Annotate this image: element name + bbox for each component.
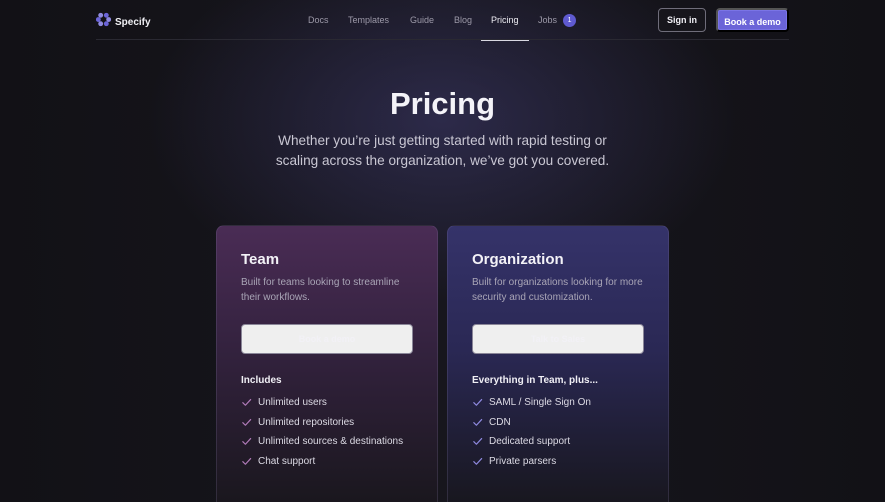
plan-name: Organization xyxy=(472,251,564,268)
nav-docs[interactable]: Docs xyxy=(308,0,329,40)
feature-label: SAML / Single Sign On xyxy=(489,397,591,409)
list-item: Unlimited users xyxy=(241,393,403,413)
check-icon xyxy=(241,397,252,408)
check-icon xyxy=(472,397,483,408)
check-icon xyxy=(472,417,483,428)
feature-label: CDN xyxy=(489,416,511,428)
plan-name: Team xyxy=(241,251,280,268)
brand-logo[interactable]: Specify xyxy=(95,12,151,32)
feature-list: SAML / Single Sign On CDN Dedicated supp… xyxy=(472,393,591,471)
jobs-count-badge: 1 xyxy=(563,13,577,27)
list-item: Dedicated support xyxy=(472,432,591,452)
list-item: CDN xyxy=(472,413,591,433)
check-icon xyxy=(241,417,252,428)
check-icon xyxy=(241,456,252,467)
book-demo-header-button[interactable]: Book a demo xyxy=(716,8,789,32)
sign-in-button[interactable]: Sign in xyxy=(658,8,706,32)
talk-to-sales-button[interactable]: Talk to Sales xyxy=(472,324,644,354)
plan-description: Built for teams looking to streamline th… xyxy=(241,277,400,303)
feature-label: Dedicated support xyxy=(489,436,571,448)
nav-blog[interactable]: Blog xyxy=(454,0,472,40)
background xyxy=(0,0,885,502)
feature-label: Unlimited users xyxy=(258,397,327,409)
nav-templates[interactable]: Templates xyxy=(348,0,389,40)
specify-logo-icon xyxy=(95,12,112,32)
book-demo-button[interactable]: Book a demo xyxy=(241,324,413,354)
plan-card-organization: Organization Built for organizations loo… xyxy=(447,225,669,502)
feature-label: Chat support xyxy=(258,456,316,468)
plan-card-team: Team Built for teams looking to streamli… xyxy=(216,225,438,502)
feature-label: Unlimited sources & destinations xyxy=(258,436,404,448)
brand-name: Specify xyxy=(115,16,151,28)
includes-heading: Includes xyxy=(241,375,282,386)
nav-jobs[interactable]: Jobs 1 xyxy=(538,0,577,40)
includes-heading: Everything in Team, plus... xyxy=(472,375,598,386)
check-icon xyxy=(241,436,252,447)
list-item: SAML / Single Sign On xyxy=(472,393,591,413)
feature-label: Private parsers xyxy=(489,456,557,468)
plan-description: Built for organizations looking for more… xyxy=(472,277,643,303)
nav-guide[interactable]: Guide xyxy=(410,0,434,40)
page-title: Pricing xyxy=(389,86,496,121)
list-item: Unlimited sources & destinations xyxy=(241,432,403,452)
list-item: Unlimited repositories xyxy=(241,413,403,433)
feature-label: Unlimited repositories xyxy=(258,416,355,428)
list-item: Chat support xyxy=(241,452,403,472)
nav-jobs-label: Jobs xyxy=(538,14,558,25)
list-item: Private parsers xyxy=(472,452,591,472)
nav-pricing[interactable]: Pricing xyxy=(481,0,528,41)
feature-list: Unlimited users Unlimited repositories U… xyxy=(241,393,403,471)
top-navigation: Specify Docs Templates Guide Blog Pricin… xyxy=(95,0,789,41)
page-subtitle: Whether you’re just getting started with… xyxy=(275,133,610,168)
check-icon xyxy=(472,436,483,447)
check-icon xyxy=(472,456,483,467)
